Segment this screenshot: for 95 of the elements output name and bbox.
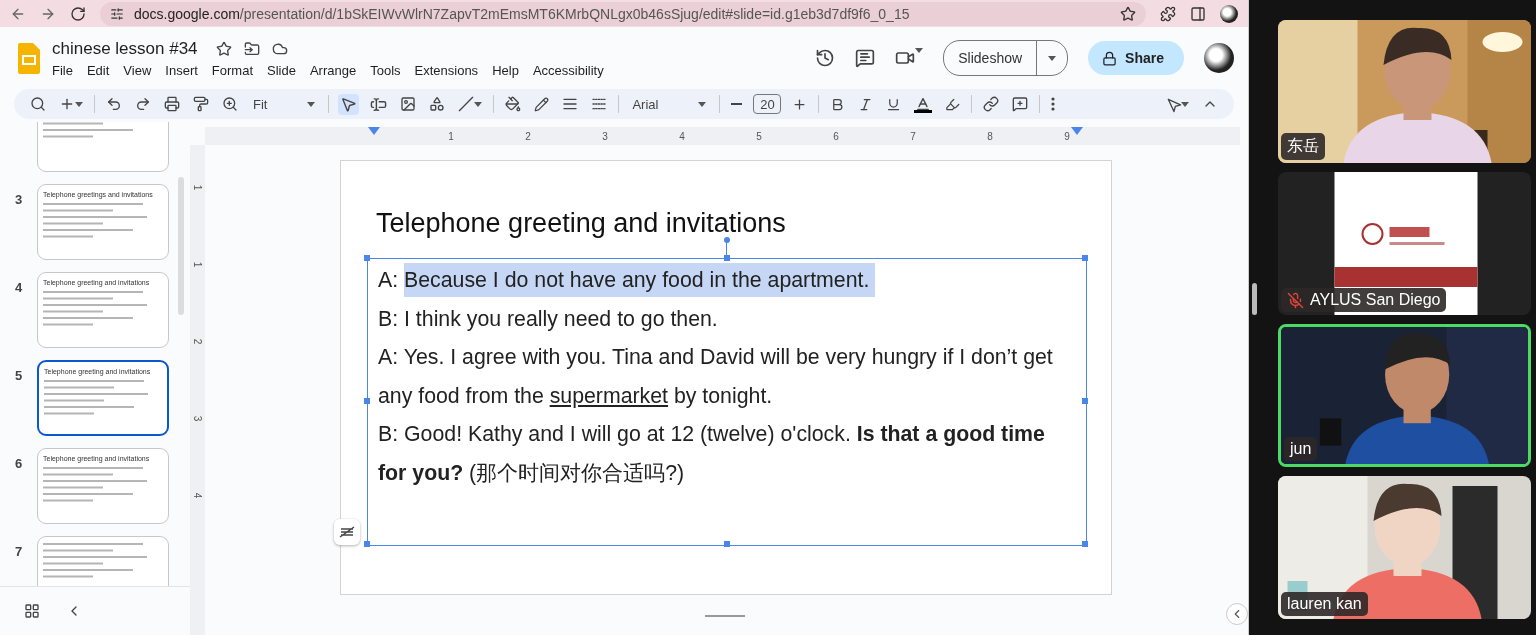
rotate-handle-line xyxy=(726,241,727,259)
ruler-number: 7 xyxy=(909,130,917,142)
resize-handle[interactable] xyxy=(1082,398,1088,404)
side-panel-button[interactable] xyxy=(1190,5,1206,22)
grid-view-icon[interactable] xyxy=(24,603,40,619)
lock-icon xyxy=(1102,50,1118,66)
indent-marker-icon[interactable] xyxy=(1071,127,1083,135)
slide-number: 4 xyxy=(13,279,24,295)
menu-item[interactable]: Edit xyxy=(86,62,110,78)
ruler-number: 8 xyxy=(986,130,994,142)
menu-item[interactable]: Format xyxy=(211,62,253,78)
plus-icon xyxy=(792,96,808,112)
dialogue-line: B: Good! Kathy and I will go at 12 (twelve) o'clock. Is that a good time for you? (那个时间对你合适吗?) xyxy=(378,421,1046,487)
account-avatar[interactable] xyxy=(1204,43,1234,73)
slide-title[interactable]: Telephone greeting and invitations xyxy=(376,208,1111,239)
participant-name: lauren kan xyxy=(1287,595,1362,613)
bookmark-star-icon[interactable] xyxy=(1120,5,1136,22)
slide-number: 7 xyxy=(13,543,24,559)
participant-name: jun xyxy=(1290,440,1312,458)
indent-marker-icon[interactable] xyxy=(368,127,380,135)
participant-name: AYLUS San Diego xyxy=(1310,291,1441,309)
minus-icon xyxy=(731,103,743,105)
rotate-handle[interactable] xyxy=(724,237,730,243)
resize-handle[interactable] xyxy=(364,541,370,547)
caret-icon xyxy=(75,101,83,107)
collapse-side-button[interactable] xyxy=(1226,603,1248,625)
menu-item[interactable]: View xyxy=(123,62,152,78)
url-text: docs.google.com/presentation/d/1bSkEIWvWlrN7ZapvT2mEmsMT6KMrbQNLgx0b46sSjug/edit#slide=id.g1eb3d7df9f6_0_15 xyxy=(134,5,911,22)
video-tile[interactable]: 东岳 xyxy=(1278,20,1531,163)
resize-handle[interactable] xyxy=(364,255,370,261)
font-size-field[interactable]: 20 xyxy=(753,94,782,114)
line-button[interactable] xyxy=(456,94,485,114)
ruler-number: 2 xyxy=(524,130,532,142)
caret-icon xyxy=(474,101,483,107)
menu-item[interactable]: Arrange xyxy=(309,62,357,78)
share-button[interactable]: Share xyxy=(1088,41,1184,75)
document-title[interactable]: chinese lesson #34 xyxy=(52,38,198,59)
text-color-icon xyxy=(915,95,932,112)
caret-icon xyxy=(307,101,316,107)
video-tile[interactable]: jun xyxy=(1278,324,1531,467)
ruler-number: 4 xyxy=(678,130,686,142)
site-settings-icon[interactable] xyxy=(110,6,124,21)
menu-item[interactable]: Accessibility xyxy=(532,62,604,78)
scroll-handle[interactable] xyxy=(1252,283,1257,315)
menu-item[interactable]: Tools xyxy=(370,62,401,78)
video-tile[interactable]: AYLUS San Diego xyxy=(1278,172,1531,315)
dialogue-line: B: I think you really need to go then. xyxy=(378,305,719,333)
caret-icon xyxy=(698,101,707,107)
ruler-number: 1 xyxy=(191,260,204,270)
caret-icon xyxy=(915,48,924,53)
reload-button[interactable] xyxy=(70,5,86,22)
menu-item[interactable]: File xyxy=(52,62,73,78)
history-icon[interactable] xyxy=(815,48,836,68)
notes-drag-handle[interactable] xyxy=(705,615,745,617)
star-icon[interactable] xyxy=(215,40,232,57)
ruler-number: 3 xyxy=(601,130,609,142)
ruler-number: 2 xyxy=(191,337,204,347)
slide-number: 3 xyxy=(13,191,24,207)
resize-handle[interactable] xyxy=(724,541,730,547)
dialogue-line: A: Yes. I agree with you. Tina and David will be very hungry if I don’t get any food from the supermarket by tonight. xyxy=(378,344,1054,410)
menu-item[interactable]: Extensions xyxy=(414,62,479,78)
autofit-button[interactable] xyxy=(334,519,360,545)
video-tile[interactable]: lauren kan xyxy=(1278,476,1531,619)
menu-item[interactable]: Insert xyxy=(165,62,198,78)
ruler-number: 1 xyxy=(191,183,204,193)
more-icon xyxy=(1051,97,1056,111)
address-bar[interactable]: docs.google.com/presentation/d/1bSkEIWvWlrN7ZapvT2mEmsMT6KMrbQNLgx0b46sSjug/edit#slide=id.g1eb3d7df9f6_0_15 xyxy=(100,1,1146,26)
extensions-button[interactable] xyxy=(1160,5,1176,22)
print-button[interactable] xyxy=(162,94,182,114)
move-folder-icon[interactable] xyxy=(243,40,260,57)
slide-number: 5 xyxy=(13,367,24,383)
participant-name: 东岳 xyxy=(1287,136,1319,156)
slide-number: 6 xyxy=(13,455,24,471)
profile-button[interactable] xyxy=(1220,4,1238,23)
paint-format-button[interactable] xyxy=(191,94,211,114)
ruler-number: 1 xyxy=(447,130,455,142)
ruler-number: 6 xyxy=(832,130,840,142)
resize-handle[interactable] xyxy=(1082,255,1088,261)
font-dropdown[interactable]: Arial xyxy=(628,96,711,112)
zoom-dropdown[interactable]: Fit xyxy=(249,96,320,112)
scrollbar-thumb[interactable] xyxy=(178,177,184,315)
strikethrough-lines-icon xyxy=(339,526,355,538)
resize-handle[interactable] xyxy=(1082,541,1088,547)
ruler-number: 4 xyxy=(191,491,204,501)
plus-icon xyxy=(59,96,75,112)
caret-icon xyxy=(1181,101,1189,107)
caret-icon xyxy=(1048,55,1057,61)
resize-handle[interactable] xyxy=(364,398,370,404)
menu-item[interactable]: Slide xyxy=(267,62,296,78)
comment-icon[interactable] xyxy=(855,48,876,68)
ruler-number: 9 xyxy=(1063,130,1071,142)
ruler-number: 3 xyxy=(191,414,204,424)
ruler-number: 5 xyxy=(755,130,763,142)
select-tool-button[interactable] xyxy=(338,93,360,115)
menu-item[interactable]: Help xyxy=(492,62,519,78)
